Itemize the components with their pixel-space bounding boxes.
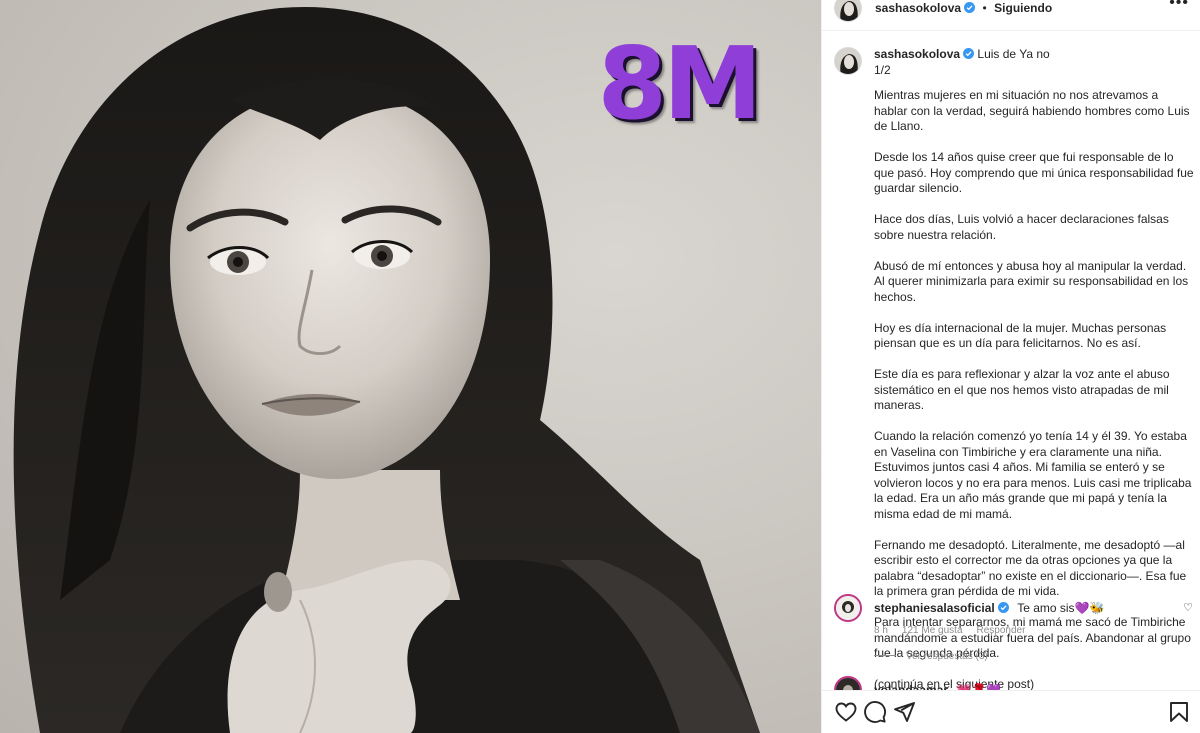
comments-scroll-area[interactable]: sashasokolova Luis de Ya no 1/2 Mientras…	[822, 30, 1200, 690]
comment-text: 💗🌹💜	[956, 683, 1002, 690]
replies-divider	[874, 655, 896, 656]
caption-paragraph: Hace dos días, Luis volvió a hacer decla…	[874, 212, 1169, 242]
comment-time[interactable]: 8 h	[874, 625, 888, 636]
post-actions-bar	[822, 690, 1200, 733]
post-header: sashasokolova • Siguiendo •••	[822, 0, 1200, 28]
view-replies-label: Ver respuestas (3)	[906, 651, 988, 662]
following-button[interactable]: Siguiendo	[994, 1, 1052, 15]
reply-button[interactable]: Responder	[977, 625, 1026, 636]
post-caption: sashasokolova Luis de Ya no 1/2 Mientras…	[874, 47, 1194, 690]
comment-meta: 8 h 121 Me gusta Responder	[874, 625, 1039, 636]
author-avatar[interactable]	[834, 0, 862, 22]
caption-author-avatar[interactable]	[834, 47, 862, 75]
comment-text: Te amo sis💜🐝	[1017, 601, 1105, 615]
bookmark-icon[interactable]	[1167, 700, 1191, 724]
comment-icon[interactable]	[863, 700, 887, 724]
send-icon[interactable]	[892, 700, 916, 724]
header-separator: •	[982, 1, 987, 15]
comment-username[interactable]: yolandaamar	[874, 683, 948, 690]
more-options-icon[interactable]: •••	[1169, 0, 1189, 12]
caption-paragraph: Fernando me desadoptó. Literalmente, me …	[874, 537, 1187, 599]
comment-username[interactable]: stephaniesalasoficial	[874, 601, 995, 615]
post-image[interactable]: 8M	[0, 0, 821, 733]
post-details-panel: sashasokolova • Siguiendo ••• sashasokol…	[821, 0, 1200, 733]
verified-badge-icon	[964, 2, 976, 13]
caption-paragraph: Mientras mujeres en mi situación no nos …	[874, 88, 1190, 133]
verified-badge-icon	[997, 602, 1009, 613]
comment-row: stephaniesalasoficial Te amo sis💜🐝	[874, 599, 1104, 617]
caption-paragraph: Cuando la relación comenzó yo tenía 14 y…	[874, 429, 1192, 521]
comment-like-heart-icon[interactable]: ♡	[1183, 601, 1193, 614]
caption-paragraph: Este día es para reflexionar y alzar la …	[874, 367, 1170, 412]
caption-first-line: Luis de Ya no	[977, 47, 1050, 61]
caption-paragraph: Hoy es día internacional de la mujer. Mu…	[874, 320, 1167, 351]
caption-paragraph: Desde los 14 años quise creer que fui re…	[874, 150, 1194, 195]
caption-username[interactable]: sashasokolova	[874, 47, 960, 61]
verified-badge-icon	[963, 48, 975, 59]
caption-paragraph: Abusó de mí entonces y abusa hoy al mani…	[874, 258, 1189, 304]
commenter-avatar[interactable]	[834, 594, 862, 622]
overlay-8m-text: 8M	[597, 25, 762, 142]
view-replies-button[interactable]: Ver respuestas (3)	[874, 651, 988, 662]
comment-likes[interactable]: 121 Me gusta	[902, 625, 963, 636]
caption-second-line: 1/2	[874, 62, 891, 77]
commenter-avatar[interactable]	[834, 676, 862, 690]
comment-row: yolandaamar 💗🌹💜	[874, 681, 1001, 690]
heart-icon[interactable]	[834, 700, 858, 724]
author-username[interactable]: sashasokolova	[875, 1, 961, 15]
